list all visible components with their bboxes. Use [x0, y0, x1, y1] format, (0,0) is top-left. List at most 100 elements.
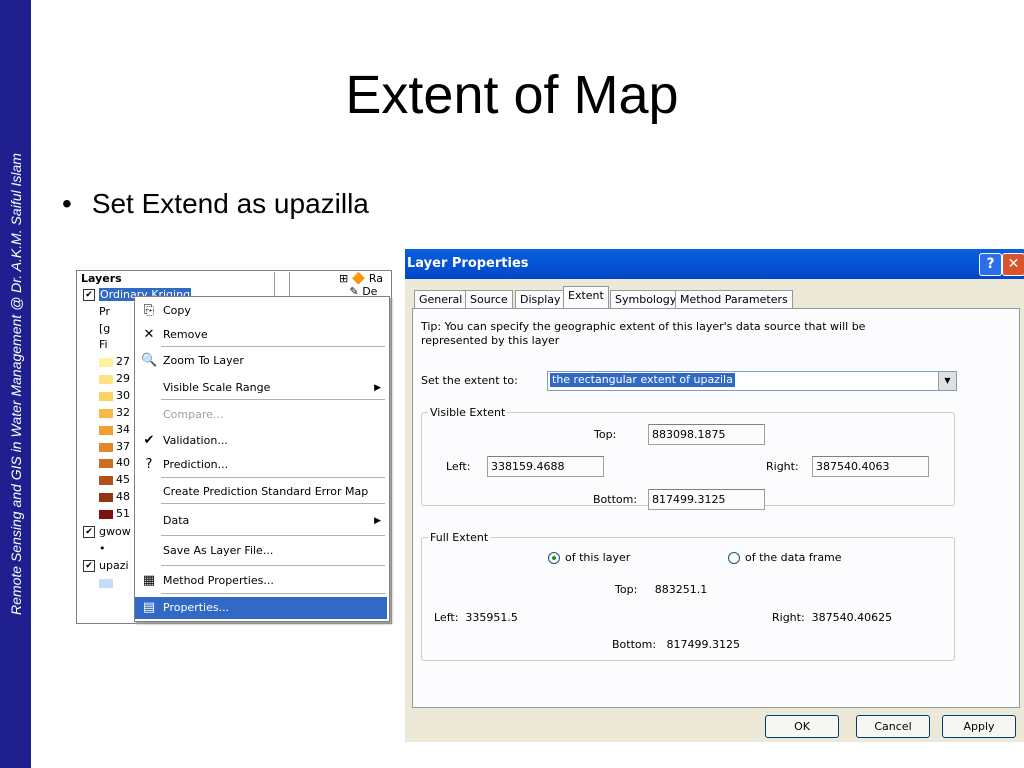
toc-row-label: upazi: [99, 559, 129, 572]
toc-row-label: •: [99, 542, 106, 555]
method-properties-icon: ▦: [142, 573, 156, 588]
apply-button[interactable]: Apply: [942, 715, 1016, 738]
validation-icon: ✔: [143, 433, 155, 448]
tab-method-parameters[interactable]: Method Parameters: [675, 290, 793, 309]
menu-item-data[interactable]: Data ▶: [135, 510, 387, 532]
dialog-title: Layer Properties: [407, 256, 529, 271]
ok-button[interactable]: OK: [765, 715, 839, 738]
tab-extent[interactable]: Extent: [563, 286, 609, 310]
bullet-text: Set Extend as upazilla: [91, 188, 369, 219]
copy-icon: ⎘: [143, 303, 155, 318]
radio-on-icon[interactable]: [548, 552, 560, 564]
toc-layer-row[interactable]: 37: [99, 440, 130, 453]
prediction-icon: ?: [145, 457, 153, 472]
toc-layer-row[interactable]: 34: [99, 423, 130, 436]
legend-swatch: [99, 408, 113, 418]
toc-row-label: 34: [116, 423, 130, 436]
radio-data-frame[interactable]: of the data frame: [728, 551, 842, 564]
menu-item-label: Properties...: [163, 601, 230, 614]
toc-row-label: 51: [116, 507, 130, 520]
menu-item-compare[interactable]: Compare...: [135, 404, 387, 426]
menu-item-create-prediction-standard-error-map[interactable]: Create Prediction Standard Error Map: [135, 481, 387, 503]
extent-select[interactable]: the rectangular extent of upazila ▼: [547, 371, 957, 391]
tab-general[interactable]: General: [414, 290, 468, 309]
menu-item-visible-scale-range[interactable]: Visible Scale Range ▶: [135, 377, 387, 399]
tab-display[interactable]: Display: [515, 290, 566, 309]
toc-layer-row[interactable]: 40: [99, 456, 130, 469]
toc-layer-row[interactable]: 29: [99, 372, 130, 385]
toc-layer-row[interactable]: •: [99, 542, 106, 555]
visible-bottom-field[interactable]: 817499.3125: [648, 489, 765, 510]
toc-row-label: 40: [116, 456, 130, 469]
dialog-titlebar[interactable]: Layer Properties ? ✕: [405, 249, 1024, 279]
menu-item-copy[interactable]: ⎘ Copy: [135, 300, 387, 322]
visible-left-label: Left:: [446, 460, 471, 473]
layer-checkbox[interactable]: ✔: [83, 289, 95, 301]
visible-extent-title: Visible Extent: [428, 406, 508, 419]
toc-row-label: [g: [99, 322, 111, 335]
legend-swatch: [99, 509, 113, 519]
menu-item-label: Prediction...: [163, 458, 229, 471]
menu-item-label: Method Properties...: [163, 574, 274, 587]
legend-swatch: [99, 458, 113, 468]
menu-item-zoom-to-layer[interactable]: 🔍 Zoom To Layer: [135, 350, 387, 372]
menu-item-validation[interactable]: ✔ Validation...: [135, 430, 387, 452]
visible-right-label: Right:: [766, 460, 799, 473]
legend-swatch: [99, 475, 113, 485]
submenu-arrow-icon: ▶: [374, 516, 381, 526]
visible-right-field[interactable]: 387540.4063: [812, 456, 929, 477]
menu-item-method-properties[interactable]: ▦ Method Properties...: [135, 570, 387, 592]
full-top-value: Top: 883251.1: [615, 583, 708, 596]
tab-source[interactable]: Source: [465, 290, 513, 309]
toc-layer-row[interactable]: ✔ gwow: [83, 525, 131, 538]
radio-off-icon[interactable]: [728, 552, 740, 564]
toc-row-label: Pr: [99, 305, 110, 318]
legend-swatch: [99, 492, 113, 502]
toc-layer-row[interactable]: 30: [99, 389, 130, 402]
menu-item-save-as-layer-file[interactable]: Save As Layer File...: [135, 540, 387, 562]
toc-layer-row[interactable]: 32: [99, 406, 130, 419]
menu-item-prediction[interactable]: ? Prediction...: [135, 454, 387, 476]
layer-context-menu: ⎘ Copy ✕ Remove 🔍 Zoom To Layer Visible Scale …: [134, 296, 390, 622]
toc-row-label: 48: [116, 490, 130, 503]
toc-layer-row[interactable]: 48: [99, 490, 130, 503]
toc-splitter[interactable]: [274, 272, 290, 296]
legend-swatch: [99, 425, 113, 435]
properties-icon: ▤: [142, 600, 156, 615]
radio-this-layer[interactable]: of this layer: [548, 551, 630, 564]
close-button[interactable]: ✕: [1002, 253, 1024, 276]
cancel-button[interactable]: Cancel: [856, 715, 930, 738]
toc-layer-row[interactable]: 27: [99, 355, 130, 368]
toc-layer-row[interactable]: ✔ upazi: [83, 559, 129, 572]
menu-item-label: Zoom To Layer: [163, 354, 244, 367]
toc-layer-row[interactable]: 45: [99, 473, 130, 486]
toc-layer-row[interactable]: Pr: [99, 305, 110, 318]
menu-item-properties[interactable]: ▤ Properties...: [135, 597, 387, 619]
slide-title: Extent of Map: [345, 65, 679, 125]
menu-item-label: Remove: [163, 328, 208, 341]
toc-layer-row[interactable]: [99, 576, 116, 589]
full-extent-title: Full Extent: [428, 531, 491, 544]
menu-item-label: Validation...: [163, 434, 228, 447]
menu-separator: [161, 535, 385, 536]
menu-item-label: Create Prediction Standard Error Map: [163, 485, 369, 498]
chevron-down-icon[interactable]: ▼: [938, 372, 956, 390]
submenu-arrow-icon: ▶: [374, 383, 381, 393]
menu-item-remove[interactable]: ✕ Remove: [135, 324, 387, 346]
visible-top-field[interactable]: 883098.1875: [648, 424, 765, 445]
toc-layer-row[interactable]: [g: [99, 322, 110, 335]
help-button[interactable]: ?: [979, 253, 1002, 276]
toc-other-item[interactable]: ⊞ 🔶 Ra: [339, 272, 383, 285]
toc-layer-row[interactable]: Fi: [99, 338, 108, 351]
tip-text-line1: Tip: You can specify the geographic exte…: [421, 320, 866, 333]
visible-left-field[interactable]: 338159.4688: [487, 456, 604, 477]
toc-layer-row[interactable]: 51: [99, 507, 130, 520]
menu-separator: [161, 346, 385, 347]
extent-select-value: the rectangular extent of upazila: [550, 373, 735, 387]
layer-checkbox[interactable]: ✔: [83, 560, 95, 572]
tip-text-line2: represented by this layer: [421, 334, 560, 347]
layer-checkbox[interactable]: ✔: [83, 526, 95, 538]
menu-item-label: Visible Scale Range: [163, 381, 271, 394]
visible-bottom-label: Bottom:: [593, 493, 638, 506]
tab-symbology[interactable]: Symbology: [610, 290, 682, 309]
